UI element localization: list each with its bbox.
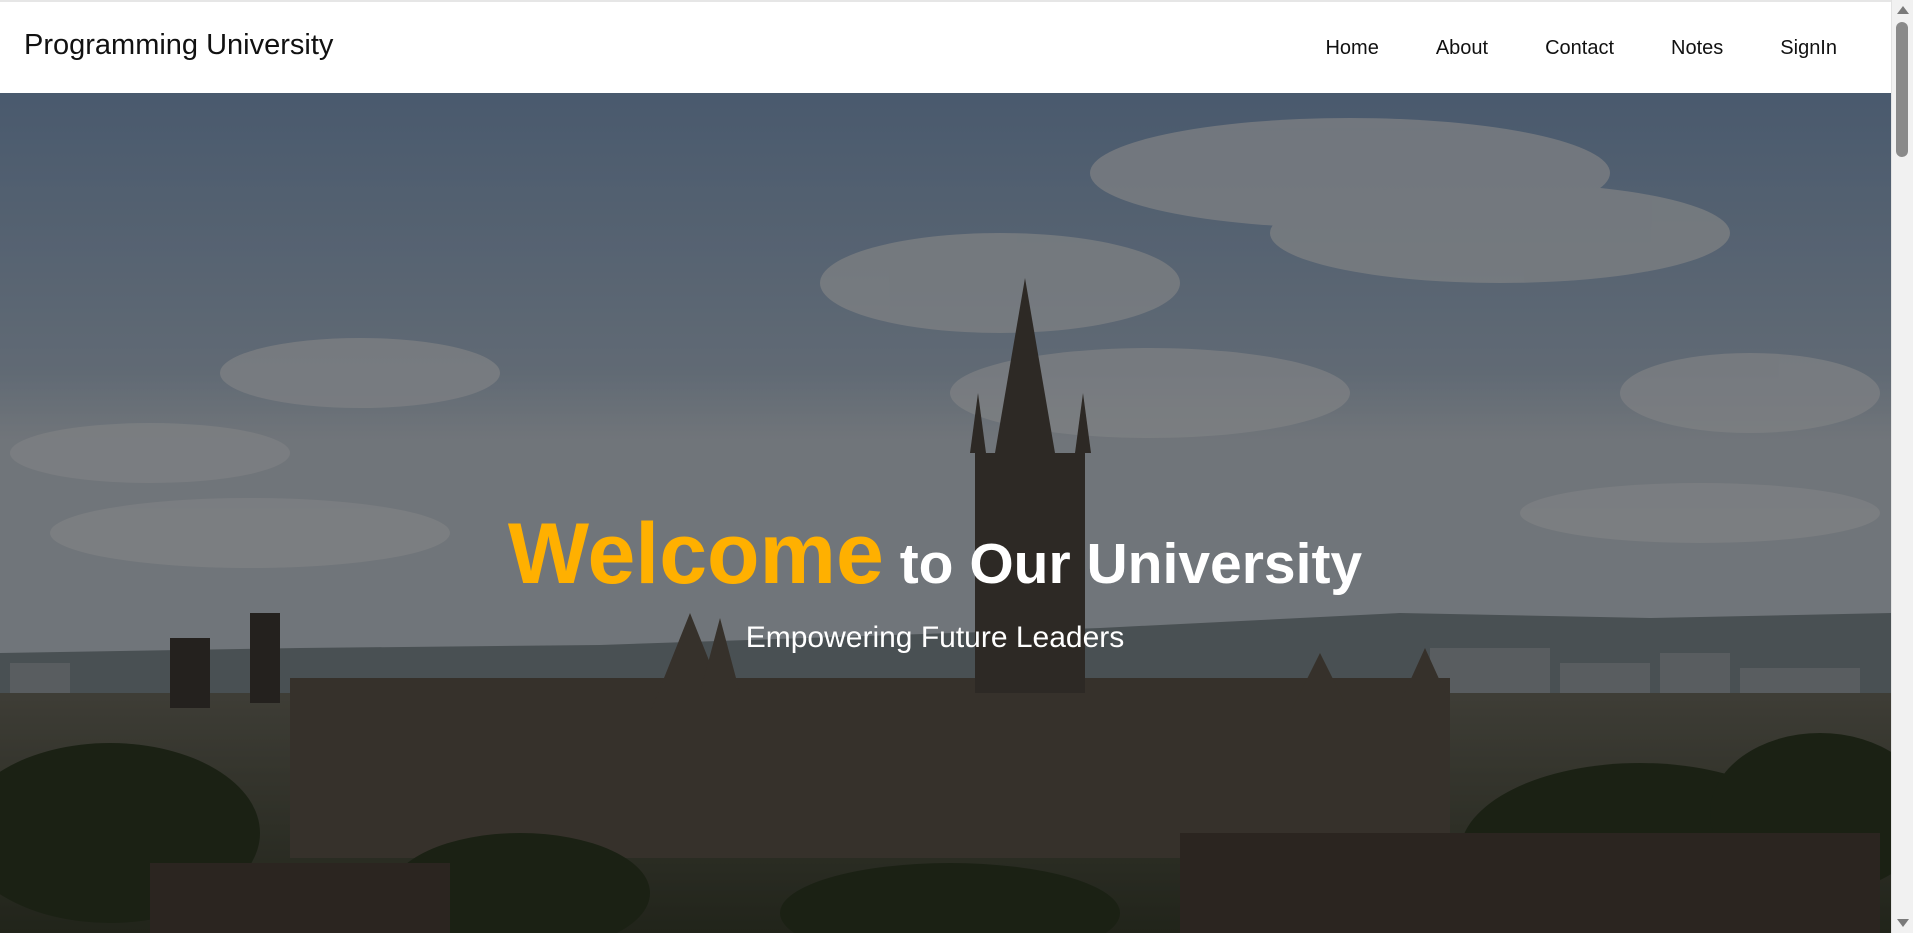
scroll-down-arrow-icon[interactable]	[1897, 919, 1909, 927]
hero-title-rest: to Our University	[883, 532, 1363, 597]
hero-title-accent: Welcome	[507, 506, 884, 603]
hero-subtitle: Empowering Future Leaders	[745, 621, 1125, 654]
nav-link-home[interactable]: Home	[1325, 37, 1378, 60]
hero-title: Welcome to Our University	[0, 505, 1870, 604]
vertical-scrollbar[interactable]	[1891, 0, 1913, 933]
scroll-up-arrow-icon[interactable]	[1897, 6, 1909, 14]
navbar: Programming University Home About Contac…	[0, 0, 1891, 93]
nav-links: Home About Contact Notes SignIn	[1325, 37, 1837, 60]
hero-section: Welcome to Our University Empowering Fut…	[0, 93, 1891, 933]
scrollbar-thumb[interactable]	[1896, 22, 1908, 157]
nav-link-about[interactable]: About	[1436, 37, 1488, 60]
page-viewport: Programming University Home About Contac…	[0, 0, 1891, 933]
nav-link-notes[interactable]: Notes	[1671, 37, 1723, 60]
brand-logo-text[interactable]: Programming University	[24, 29, 333, 62]
nav-link-contact[interactable]: Contact	[1545, 37, 1614, 60]
nav-link-signin[interactable]: SignIn	[1780, 37, 1837, 60]
